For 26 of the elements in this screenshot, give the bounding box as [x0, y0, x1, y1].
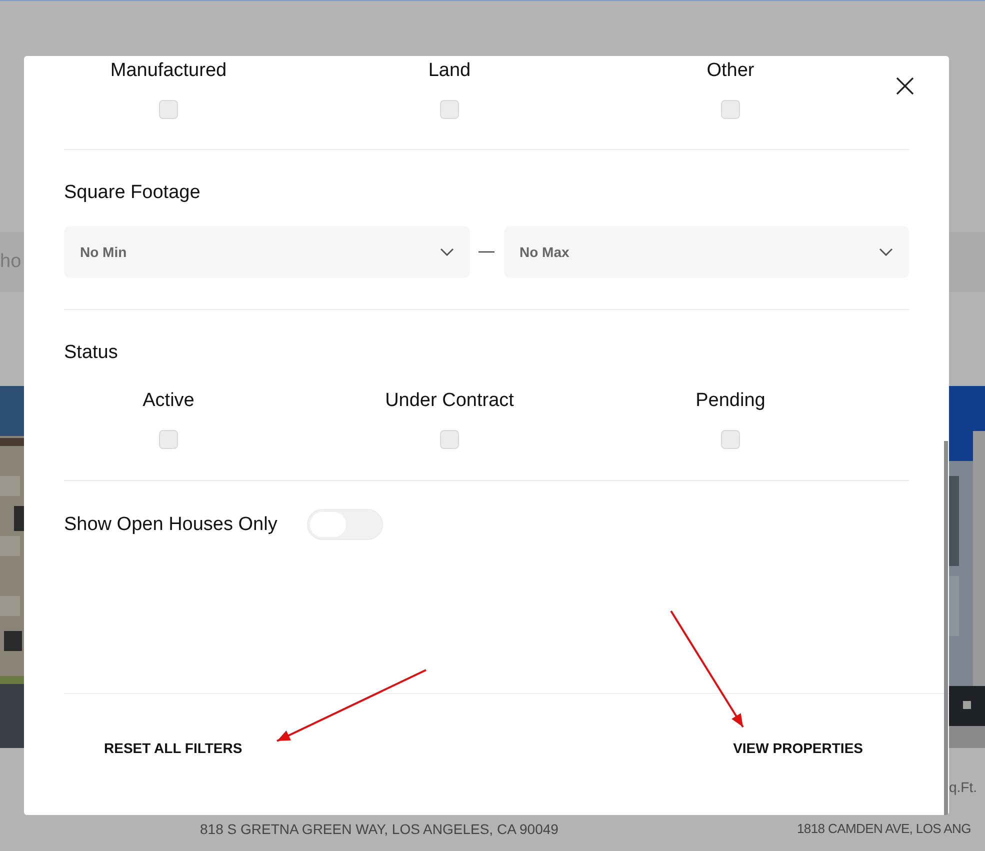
listing-detail: q.Ft.: [948, 778, 977, 797]
listing-address: 1818 CAMDEN AVE, LOS ANG: [797, 820, 971, 838]
chevron-down-icon: [440, 248, 454, 256]
view-properties-button[interactable]: VIEW PROPERTIES: [733, 738, 863, 759]
reset-filters-button[interactable]: RESET ALL FILTERS: [104, 738, 242, 759]
option-label: Manufactured: [110, 59, 227, 83]
section-title: Square Footage: [64, 181, 202, 205]
chevron-down-icon: [879, 248, 893, 256]
checkbox[interactable]: [440, 430, 459, 449]
option-label: Under Contract: [385, 389, 514, 413]
option-label: Land: [428, 59, 471, 83]
select-field[interactable]: No Max: [504, 226, 909, 278]
close-icon: [896, 77, 914, 95]
toggle-label: Show Open Houses Only: [64, 512, 278, 536]
checkbox[interactable]: [159, 430, 178, 449]
checkbox[interactable]: [721, 430, 740, 449]
checkbox[interactable]: [721, 100, 740, 119]
option-label: Pending: [696, 389, 766, 413]
section-title: Status: [64, 341, 119, 365]
option-label: Active: [142, 389, 194, 413]
checkbox[interactable]: [159, 100, 178, 119]
select-field[interactable]: No Min: [64, 226, 470, 278]
checkbox[interactable]: [440, 100, 459, 119]
range-separator: —: [478, 242, 496, 262]
option-label: Other: [706, 59, 754, 83]
listing-address: 818 S GRETNA GREEN WAY, LOS ANGELES, CA 90049: [200, 820, 560, 839]
